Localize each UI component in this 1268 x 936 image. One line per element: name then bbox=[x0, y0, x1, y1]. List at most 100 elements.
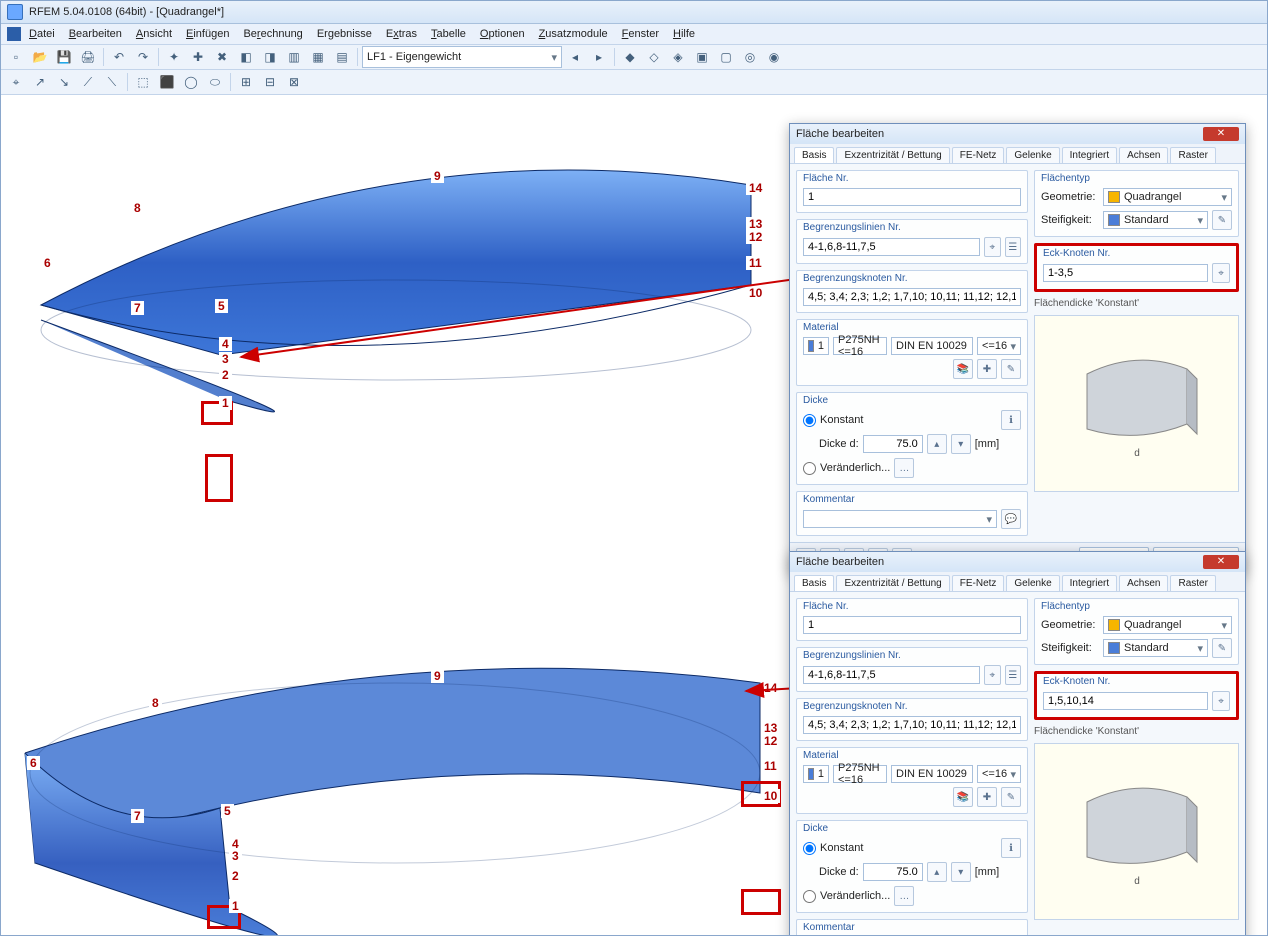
dialog-titlebar[interactable]: Fläche bearbeiten ✕ bbox=[790, 124, 1245, 144]
material-norm-sel[interactable]: DIN EN 10029 bbox=[891, 337, 973, 355]
tool-icon[interactable]: ⬛ bbox=[156, 71, 178, 93]
eck-knoten-input[interactable] bbox=[1043, 692, 1208, 710]
tab-basis[interactable]: Basis bbox=[794, 147, 834, 163]
material-cat-sel[interactable]: <=16▾ bbox=[977, 765, 1021, 783]
menu-item[interactable]: Ergebnisse bbox=[311, 26, 378, 42]
tab-raster[interactable]: Raster bbox=[1170, 575, 1215, 591]
print-icon[interactable]: 🖨 bbox=[77, 46, 99, 68]
edit-icon[interactable]: ✎ bbox=[1001, 359, 1021, 379]
menu-item[interactable]: Ansicht bbox=[130, 26, 178, 42]
konstant-radio[interactable] bbox=[803, 414, 816, 427]
more-icon[interactable]: … bbox=[894, 886, 914, 906]
material-name-sel[interactable]: P275NH <=16 bbox=[833, 337, 887, 355]
tool-icon[interactable]: ⬚ bbox=[132, 71, 154, 93]
tool-icon[interactable]: ◯ bbox=[180, 71, 202, 93]
menu-item[interactable]: Datei bbox=[23, 26, 61, 42]
tool-icon[interactable]: ⌖ bbox=[5, 71, 27, 93]
tool-icon[interactable]: ⊞ bbox=[235, 71, 257, 93]
pick-icon[interactable]: ⌖ bbox=[1212, 691, 1230, 711]
menu-item[interactable]: Berechnung bbox=[237, 26, 308, 42]
new-icon[interactable]: ✚ bbox=[977, 359, 997, 379]
tool-icon[interactable]: ⟍ bbox=[101, 71, 123, 93]
veraenderlich-radio[interactable] bbox=[803, 462, 816, 475]
loadcase-combo[interactable]: LF1 - Eigengewicht ▾ bbox=[362, 46, 562, 68]
steifigkeit-combo[interactable]: Standard▾ bbox=[1103, 639, 1208, 657]
tool-icon[interactable]: ▤ bbox=[331, 46, 353, 68]
spinner-up-icon[interactable]: ▴ bbox=[927, 434, 947, 454]
edit-icon[interactable]: ✎ bbox=[1212, 638, 1232, 658]
undo-icon[interactable]: ↶ bbox=[108, 46, 130, 68]
next-icon[interactable]: ▸ bbox=[588, 46, 610, 68]
tool-icon[interactable]: ◈ bbox=[667, 46, 689, 68]
menu-item[interactable]: Optionen bbox=[474, 26, 531, 42]
kommentar-combo[interactable]: ▾ bbox=[803, 510, 997, 528]
more-icon[interactable]: … bbox=[894, 458, 914, 478]
tool-icon[interactable]: ▦ bbox=[307, 46, 329, 68]
thickness-input[interactable] bbox=[863, 863, 923, 881]
info-icon[interactable]: ℹ bbox=[1001, 410, 1021, 430]
spinner-dn-icon[interactable]: ▾ bbox=[951, 862, 971, 882]
veraenderlich-radio[interactable] bbox=[803, 890, 816, 903]
menu-item[interactable]: Fenster bbox=[616, 26, 665, 42]
tool-icon[interactable]: ⊟ bbox=[259, 71, 281, 93]
tool-icon[interactable]: ◇ bbox=[643, 46, 665, 68]
tool-icon[interactable]: ⊠ bbox=[283, 71, 305, 93]
tool-icon[interactable]: ⟋ bbox=[77, 71, 99, 93]
list-icon[interactable]: ☰ bbox=[1005, 237, 1021, 257]
tool-icon[interactable]: ◧ bbox=[235, 46, 257, 68]
menu-item[interactable]: Tabelle bbox=[425, 26, 472, 42]
tool-icon[interactable]: ◉ bbox=[763, 46, 785, 68]
spinner-dn-icon[interactable]: ▾ bbox=[951, 434, 971, 454]
tool-icon[interactable]: ↗ bbox=[29, 71, 51, 93]
spinner-up-icon[interactable]: ▴ bbox=[927, 862, 947, 882]
tab-achsen[interactable]: Achsen bbox=[1119, 147, 1168, 163]
tab-exzent[interactable]: Exzentrizität / Bettung bbox=[836, 147, 949, 163]
lib-icon[interactable]: 📚 bbox=[953, 787, 973, 807]
prev-icon[interactable]: ◂ bbox=[564, 46, 586, 68]
tool-icon[interactable]: ◆ bbox=[619, 46, 641, 68]
tool-icon[interactable]: ▣ bbox=[691, 46, 713, 68]
tab-gelenke[interactable]: Gelenke bbox=[1006, 147, 1059, 163]
menu-item[interactable]: Bearbeiten bbox=[63, 26, 128, 42]
tab-fenetz[interactable]: FE-Netz bbox=[952, 147, 1005, 163]
flaeche-nr-input[interactable] bbox=[803, 616, 1021, 634]
tool-icon[interactable]: ▢ bbox=[715, 46, 737, 68]
pick-icon[interactable]: ⌖ bbox=[984, 237, 1000, 257]
save-icon[interactable]: 💾 bbox=[53, 46, 75, 68]
new-icon[interactable]: ✚ bbox=[977, 787, 997, 807]
tool-icon[interactable]: ⬭ bbox=[204, 71, 226, 93]
material-name-sel[interactable]: P275NH <=16 bbox=[833, 765, 887, 783]
tab-raster[interactable]: Raster bbox=[1170, 147, 1215, 163]
tool-icon[interactable]: ✦ bbox=[163, 46, 185, 68]
geometrie-combo[interactable]: Quadrangel▾ bbox=[1103, 616, 1232, 634]
tool-icon[interactable]: ▥ bbox=[283, 46, 305, 68]
material-no-sel[interactable]: 1 bbox=[803, 765, 829, 783]
tool-icon[interactable]: ◨ bbox=[259, 46, 281, 68]
tab-integriert[interactable]: Integriert bbox=[1062, 147, 1117, 163]
edit-icon[interactable]: ✎ bbox=[1212, 210, 1232, 230]
redo-icon[interactable]: ↷ bbox=[132, 46, 154, 68]
close-icon[interactable]: ✕ bbox=[1203, 555, 1239, 569]
info-icon[interactable]: ℹ bbox=[1001, 838, 1021, 858]
menu-item[interactable]: Extras bbox=[380, 26, 423, 42]
eck-knoten-input[interactable] bbox=[1043, 264, 1208, 282]
tab-exzent[interactable]: Exzentrizität / Bettung bbox=[836, 575, 949, 591]
geometrie-combo[interactable]: Quadrangel▾ bbox=[1103, 188, 1232, 206]
close-icon[interactable]: ✕ bbox=[1203, 127, 1239, 141]
dialog-titlebar[interactable]: Fläche bearbeiten ✕ bbox=[790, 552, 1245, 572]
material-norm-sel[interactable]: DIN EN 10029 bbox=[891, 765, 973, 783]
comment-icon[interactable]: 💬 bbox=[1001, 509, 1021, 529]
edit-icon[interactable]: ✎ bbox=[1001, 787, 1021, 807]
konstant-radio[interactable] bbox=[803, 842, 816, 855]
thickness-input[interactable] bbox=[863, 435, 923, 453]
steifigkeit-combo[interactable]: Standard▾ bbox=[1103, 211, 1208, 229]
menu-item[interactable]: Einfügen bbox=[180, 26, 235, 42]
tool-icon[interactable]: ↘ bbox=[53, 71, 75, 93]
menu-item[interactable]: Hilfe bbox=[667, 26, 701, 42]
tool-icon[interactable]: ◎ bbox=[739, 46, 761, 68]
linien-input[interactable] bbox=[803, 238, 980, 256]
lib-icon[interactable]: 📚 bbox=[953, 359, 973, 379]
pick-icon[interactable]: ⌖ bbox=[984, 665, 1000, 685]
tool-icon[interactable]: ✖ bbox=[211, 46, 233, 68]
new-icon[interactable]: ▫ bbox=[5, 46, 27, 68]
